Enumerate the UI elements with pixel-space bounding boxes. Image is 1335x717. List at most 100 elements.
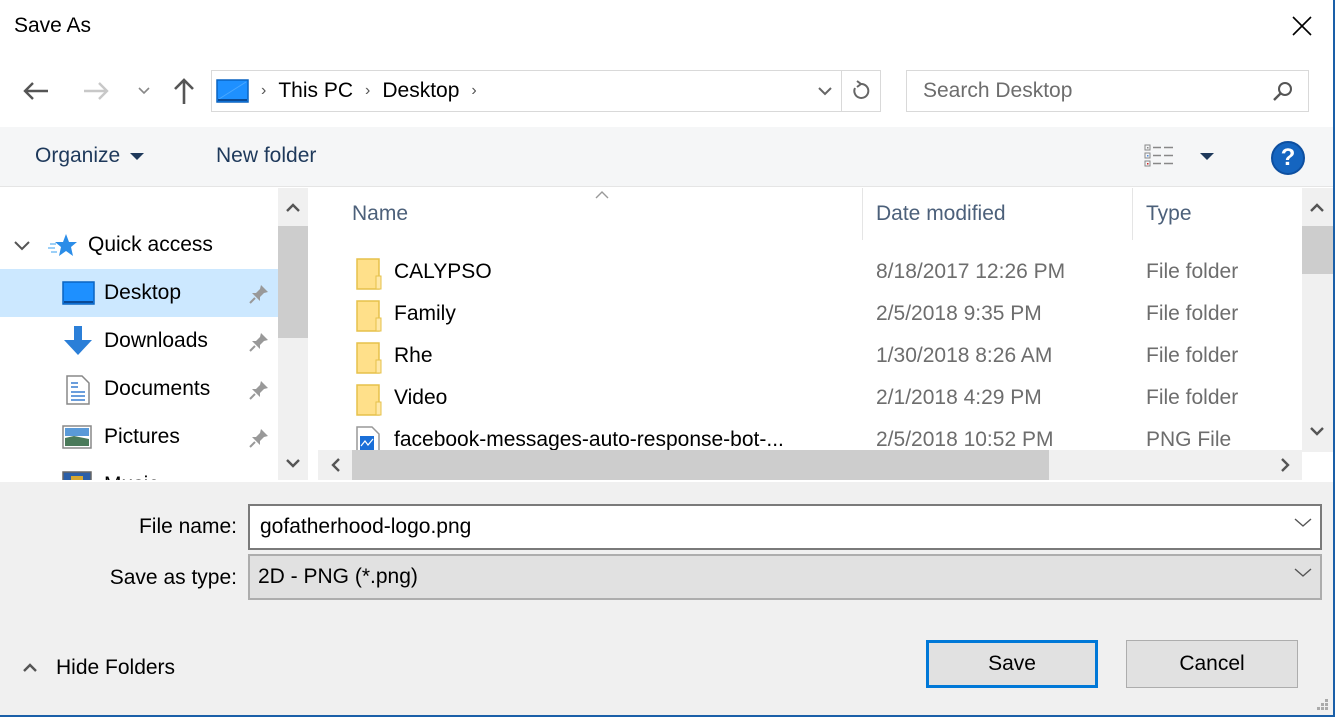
pictures-icon — [62, 425, 92, 449]
save-as-type-select[interactable]: 2D - PNG (*.png) — [248, 554, 1322, 600]
nav-item-downloads[interactable]: Downloads — [0, 317, 278, 365]
nav-item-documents[interactable]: Documents — [0, 365, 278, 413]
hide-folders-button[interactable]: Hide Folders — [22, 656, 175, 680]
file-row[interactable]: facebook-messages-auto-response-bot-... … — [314, 420, 1302, 452]
file-name-combobox[interactable] — [248, 504, 1322, 550]
pin-icon[interactable] — [248, 379, 270, 401]
refresh-button[interactable] — [841, 71, 880, 111]
chevron-up-icon — [23, 663, 37, 672]
column-header-date-modified[interactable]: Date modified — [876, 188, 1006, 240]
nav-pane-scrollbar[interactable] — [278, 188, 308, 480]
file-name: CALYPSO — [394, 260, 492, 283]
file-name: Family — [394, 302, 456, 325]
change-view-button[interactable] — [1144, 143, 1214, 169]
file-name-input[interactable] — [260, 515, 1260, 539]
folder-icon — [356, 300, 382, 332]
file-type: File folder — [1146, 302, 1239, 325]
caret-down-icon — [1200, 152, 1214, 160]
help-button[interactable]: ? — [1271, 141, 1305, 175]
chevron-down-icon[interactable] — [1294, 518, 1312, 528]
address-bar[interactable]: › This PC › Desktop › — [211, 70, 881, 112]
music-icon — [62, 471, 92, 480]
file-row[interactable]: Rhe 1/30/2018 8:26 AM File folder — [314, 336, 1302, 378]
save-button[interactable]: Save — [926, 640, 1098, 688]
chevron-left-icon — [330, 458, 340, 472]
close-button[interactable] — [1271, 0, 1333, 52]
new-folder-button[interactable]: New folder — [216, 144, 316, 168]
file-list-vertical-scrollbar[interactable] — [1302, 188, 1333, 452]
up-arrow-icon — [174, 78, 194, 104]
file-type: PNG File — [1146, 428, 1232, 451]
pin-icon[interactable] — [248, 427, 270, 449]
scroll-left-button[interactable] — [320, 450, 350, 480]
navigation-pane: Quick access Desktop Downloads Documents… — [0, 188, 308, 480]
file-type: File folder — [1146, 260, 1239, 283]
file-name: Video — [394, 386, 448, 409]
nav-item-label: Desktop — [104, 281, 182, 304]
breadcrumb-this-pc[interactable]: This PC — [278, 79, 353, 103]
chevron-right-icon — [1280, 458, 1290, 472]
scroll-down-button[interactable] — [278, 448, 308, 478]
desktop-icon — [216, 79, 249, 103]
forward-button[interactable] — [80, 74, 112, 108]
back-button[interactable] — [20, 74, 52, 108]
address-history-dropdown[interactable] — [810, 71, 840, 111]
scroll-thumb[interactable] — [352, 450, 1049, 480]
search-input[interactable] — [923, 79, 1253, 103]
file-list-horizontal-scrollbar[interactable] — [318, 450, 1302, 480]
details-view-icon — [1144, 144, 1173, 167]
file-row[interactable]: CALYPSO 8/18/2017 12:26 PM File folder — [314, 252, 1302, 294]
quick-access-label: Quick access — [88, 233, 213, 256]
close-icon — [1292, 16, 1312, 36]
folder-icon — [356, 342, 382, 374]
breadcrumb-separator-icon[interactable]: › — [471, 82, 476, 100]
resize-grip-icon[interactable] — [1315, 697, 1329, 711]
scroll-right-button[interactable] — [1270, 450, 1300, 480]
file-date: 2/5/2018 9:35 PM — [876, 302, 1042, 325]
column-header-type[interactable]: Type — [1146, 188, 1192, 240]
downloads-icon — [64, 326, 92, 355]
title-bar: Save As — [0, 0, 1333, 52]
column-divider[interactable] — [1132, 188, 1133, 240]
scroll-up-button[interactable] — [278, 192, 308, 222]
file-row[interactable]: Video 2/1/2018 4:29 PM File folder — [314, 378, 1302, 420]
nav-item-label: Music — [104, 473, 159, 480]
pin-icon[interactable] — [248, 283, 270, 305]
navigation-bar: › This PC › Desktop › — [0, 60, 1333, 122]
new-folder-label: New folder — [216, 144, 317, 167]
search-box[interactable] — [906, 70, 1309, 112]
nav-item-desktop[interactable]: Desktop — [0, 269, 278, 317]
file-name: facebook-messages-auto-response-bot-... — [394, 428, 784, 451]
save-as-type-value: 2D - PNG (*.png) — [258, 565, 418, 588]
quick-access-group[interactable]: Quick access — [0, 221, 278, 269]
file-name-label: File name: — [138, 515, 237, 538]
chevron-down-icon — [286, 458, 300, 468]
nav-item-music[interactable]: Music — [0, 461, 278, 480]
chevron-down-icon — [138, 87, 150, 95]
cancel-button[interactable]: Cancel — [1126, 640, 1298, 688]
nav-item-pictures[interactable]: Pictures — [0, 413, 278, 461]
file-date: 2/5/2018 10:52 PM — [876, 428, 1054, 451]
scroll-up-button[interactable] — [1302, 192, 1332, 222]
scroll-down-button[interactable] — [1302, 416, 1332, 446]
column-divider[interactable] — [862, 188, 863, 240]
file-date: 1/30/2018 8:26 AM — [876, 344, 1053, 367]
scroll-thumb[interactable] — [278, 226, 308, 338]
organize-button[interactable]: Organize — [35, 144, 145, 168]
folder-icon — [356, 258, 382, 290]
back-arrow-icon — [23, 82, 48, 100]
refresh-icon — [853, 80, 870, 99]
save-as-dialog: Save As › This PC › Desktop › Search Des… — [0, 0, 1335, 717]
scroll-thumb[interactable] — [1302, 226, 1333, 274]
up-button[interactable] — [168, 74, 200, 108]
file-name: Rhe — [394, 344, 433, 367]
breadcrumb-desktop[interactable]: Desktop — [382, 79, 459, 103]
organize-label: Organize — [35, 144, 121, 167]
file-row[interactable]: Family 2/5/2018 9:35 PM File folder — [314, 294, 1302, 336]
hide-folders-label: Hide Folders — [56, 656, 176, 679]
column-header-name[interactable]: Name — [352, 188, 408, 240]
recent-locations-button[interactable] — [128, 74, 160, 108]
file-list: Name Date modified Type CALYPSO 8/18/201… — [314, 188, 1302, 452]
pin-icon[interactable] — [248, 331, 270, 353]
chevron-down-icon — [818, 87, 832, 96]
